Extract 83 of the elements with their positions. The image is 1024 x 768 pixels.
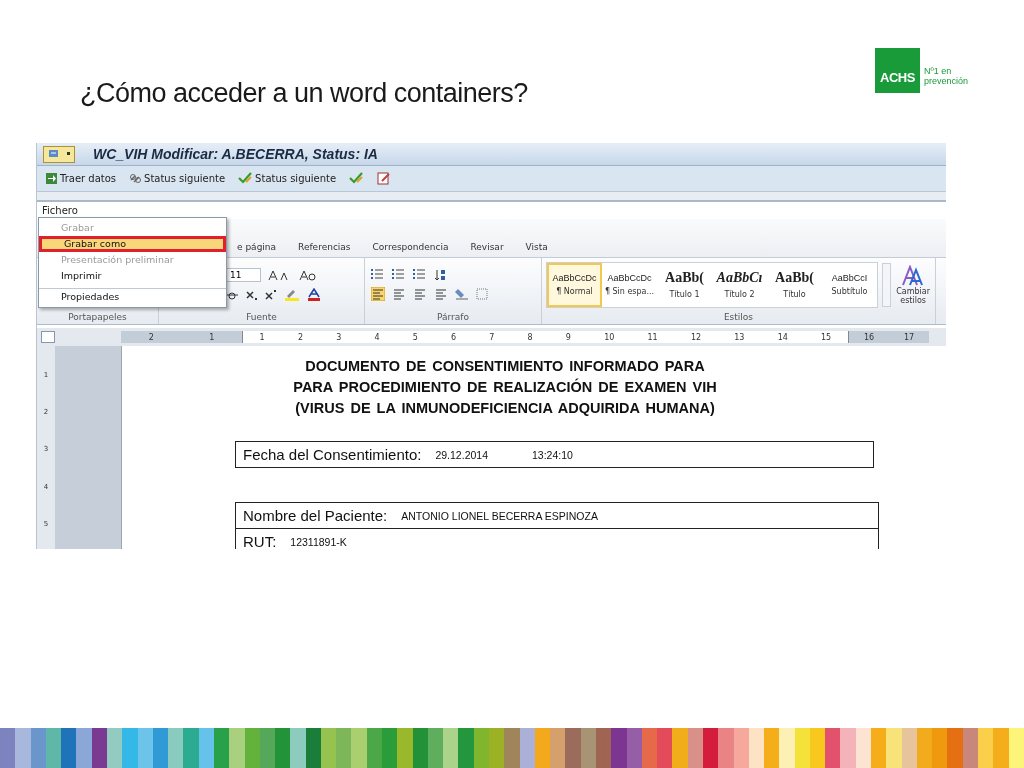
ruler-number: 10	[604, 332, 615, 342]
align-icon[interactable]	[392, 286, 406, 301]
menu-title[interactable]: Fichero	[42, 205, 78, 216]
ruler-number: 14	[777, 332, 788, 342]
ruler-number: 2	[148, 332, 154, 342]
ruler-number: 17	[903, 332, 915, 342]
tab-selector[interactable]	[41, 331, 55, 343]
style-option[interactable]: AaBb( Título 1	[657, 262, 712, 307]
field-label: Fecha del Consentimiento:	[243, 446, 422, 463]
group-label: Párrafo	[436, 311, 470, 324]
shading-icon[interactable]	[455, 287, 469, 300]
menu-item[interactable]: Propiedades	[39, 288, 226, 305]
align-icon[interactable]	[434, 286, 448, 301]
ruler-number: 2	[297, 332, 303, 342]
scroll-bar[interactable]	[882, 262, 892, 307]
ruler-number: 11	[647, 332, 658, 342]
highlight-icon[interactable]	[284, 288, 300, 301]
toolbar-button[interactable]: Status siguiente	[238, 172, 337, 185]
group-label: Fuente	[245, 311, 278, 324]
document-heading: (VIRUS DE LA INMUNODEFICIENCIA ADQUIRIDA HUMANA)	[294, 399, 716, 418]
ruler-number: 4	[374, 332, 380, 342]
ruler-number: 8	[527, 332, 533, 342]
align-icon[interactable]	[371, 286, 385, 301]
document-heading: DOCUMENTO DE CONSENTIMIENTO INFORMADO PARA	[304, 357, 706, 376]
ruler-number: 5	[412, 332, 418, 342]
list-icon	[371, 269, 385, 280]
toolbar-button[interactable]	[349, 172, 365, 185]
menu-item[interactable]: Imprimir	[39, 268, 226, 284]
ruler-number: 1	[209, 332, 215, 342]
style-option[interactable]: AaBbCcDc ¶ Normal	[547, 262, 602, 307]
logo-tagline: Nº1 en prevención	[923, 65, 968, 86]
ribbon-tab[interactable]: Vista	[514, 242, 559, 257]
ruler-number: 13	[734, 332, 745, 342]
toolbar-button[interactable]: Status siguiente	[129, 172, 226, 185]
ruler-number: 1	[259, 332, 265, 342]
field-value: ANTONIO LIONEL BECERRA ESPINOZA	[401, 509, 598, 522]
ruler-number: 12	[690, 332, 702, 342]
superscript-icon[interactable]	[265, 288, 277, 301]
change-styles-label[interactable]: Cambiar estilos	[895, 286, 931, 305]
style-option[interactable]: AaBbCcI Subtítulo	[822, 262, 877, 307]
ruler-number: 6	[451, 332, 457, 342]
change-styles-icon[interactable]	[901, 264, 926, 287]
field-value: 29.12.2014	[435, 448, 488, 461]
chain-icon	[129, 172, 143, 185]
style-option[interactable]: AaBbCcDc ¶ Sin espa...	[602, 262, 657, 307]
ruler-number: 16	[863, 332, 875, 342]
check-pencil-icon	[238, 172, 254, 185]
ribbon-tab[interactable]: e página	[226, 242, 288, 257]
ruler-number: 3	[336, 332, 342, 342]
style-option[interactable]: AaBbCı Título 2	[712, 262, 767, 307]
ribbon-tab[interactable]: Referencias	[287, 242, 362, 257]
group-label: Portapapeles	[67, 311, 128, 324]
ruler-number: 9	[565, 332, 571, 342]
group-label: Estilos	[722, 311, 755, 324]
change-case-icon[interactable]	[299, 269, 317, 281]
list-icon	[392, 269, 406, 280]
field-value: 13:24:10	[532, 448, 573, 461]
app-menu-icon[interactable]	[43, 145, 75, 163]
field-label: RUT:	[243, 533, 277, 549]
ribbon-tab[interactable]: Revisar	[459, 242, 515, 257]
toolbar-button[interactable]	[377, 172, 392, 185]
ruler-number: 15	[821, 332, 832, 342]
check-pencil-icon	[349, 172, 365, 185]
style-option[interactable]: AaBb( Título	[767, 262, 822, 307]
field-label: Nombre del Paciente:	[243, 507, 388, 524]
list-icon	[413, 269, 427, 280]
align-icon[interactable]	[413, 286, 427, 301]
logo-mark: ACHS	[874, 48, 920, 93]
window-title: WC_VIH Modificar: A.BECERRA, Status: IA	[93, 146, 378, 162]
slide-title: ¿Cómo acceder a un word containers?	[80, 78, 528, 109]
import-icon	[45, 172, 58, 185]
ribbon-tab[interactable]: Correspondencia	[361, 242, 460, 257]
ruler-number: 7	[489, 332, 495, 342]
borders-icon[interactable]	[476, 287, 488, 300]
document-heading: PARA PROCEDIMIENTO DE REALIZACIÓN DE EXAMEN VIH	[292, 377, 718, 397]
font-size-field[interactable]: 11	[225, 268, 261, 282]
sort-icon[interactable]	[434, 268, 446, 281]
menu-item[interactable]: Grabar como	[39, 236, 226, 252]
subscript-icon[interactable]	[246, 288, 258, 301]
font-color-icon[interactable]	[307, 288, 321, 301]
field-value: 12311891-K	[290, 535, 347, 548]
edit-icon	[377, 172, 392, 185]
toolbar-button[interactable]: Traer datos	[45, 172, 117, 185]
